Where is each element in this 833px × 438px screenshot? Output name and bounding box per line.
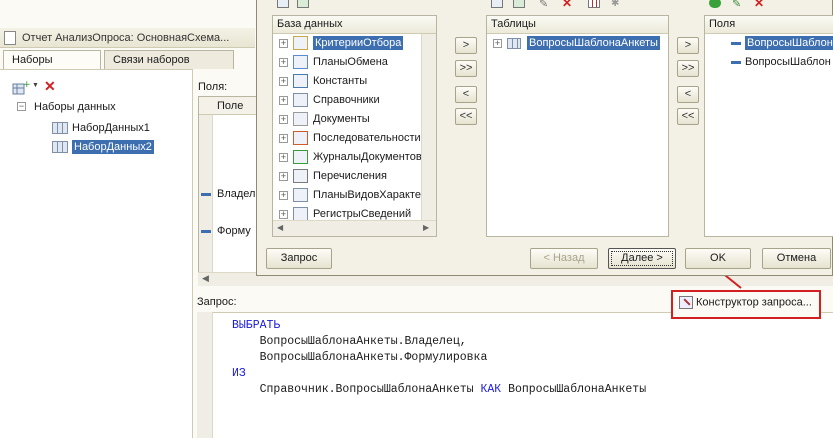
filter-criteria-icon: [293, 36, 308, 50]
characteristic-types-icon: [293, 188, 308, 202]
expand-toggle[interactable]: +: [279, 172, 288, 181]
expand-toggle[interactable]: +: [279, 96, 288, 105]
catalogs-icon: [293, 93, 308, 107]
catalog-table-icon: [507, 38, 521, 49]
database-item-label: Перечисления: [313, 170, 387, 182]
expand-toggle[interactable]: +: [279, 115, 288, 124]
field-icon: [731, 42, 741, 45]
ok-button[interactable]: OK: [685, 248, 751, 269]
move-left-button[interactable]: <: [677, 86, 699, 103]
info-registers-icon: [293, 207, 308, 221]
database-item[interactable]: + ПланыВидовХарактери: [273, 186, 436, 205]
database-item[interactable]: + Константы: [273, 72, 436, 91]
database-item-label: ЖурналыДокументов: [313, 151, 422, 163]
expand-toggle[interactable]: +: [279, 134, 288, 143]
field-icon: [731, 61, 741, 64]
expand-toggle[interactable]: +: [493, 39, 502, 48]
fields-item-label: ВопросыШаблон: [745, 36, 833, 50]
exchange-plans-icon: [293, 55, 308, 69]
add-table-icon[interactable]: [513, 0, 525, 8]
database-item[interactable]: + Последовательности: [273, 129, 436, 148]
expand-toggle[interactable]: +: [279, 210, 288, 219]
tables-header: Таблицы: [487, 16, 668, 34]
database-tree[interactable]: + КритерииОтбора + ПланыОбмена + Константы + Сп…: [273, 34, 436, 224]
fields-item-label: ВопросыШаблон: [745, 56, 831, 68]
database-item[interactable]: + ЖурналыДокументов: [273, 148, 436, 167]
move-all-right-button[interactable]: >>: [677, 60, 699, 77]
database-item-label: Документы: [313, 113, 370, 125]
edit-icon[interactable]: ✎: [732, 0, 741, 10]
constants-icon: [293, 74, 308, 88]
move-all-left-button[interactable]: <<: [677, 108, 699, 125]
database-item-label: КритерииОтбора: [313, 36, 404, 50]
tables-item-label: ВопросыШаблонаАнкеты: [527, 36, 660, 50]
sequences-icon: [293, 131, 308, 145]
edit-icon[interactable]: ✎: [539, 0, 548, 10]
tables-panel: Таблицы + ВопросыШаблонаАнкеты: [486, 15, 669, 237]
expand-toggle[interactable]: +: [279, 58, 288, 67]
fields-item[interactable]: ВопросыШаблон: [705, 53, 833, 72]
database-item-label: РегистрыСведений: [313, 208, 412, 220]
move-all-right-button[interactable]: >>: [455, 60, 477, 77]
database-item-label: ПланыВидовХарактери: [313, 189, 434, 201]
expand-toggle[interactable]: +: [279, 191, 288, 200]
horizontal-scrollbar[interactable]: ◀ ▶: [273, 220, 436, 236]
back-button[interactable]: < Назад: [530, 248, 598, 269]
tables-item[interactable]: + ВопросыШаблонаАнкеты: [487, 34, 668, 53]
database-item[interactable]: + ПланыОбмена: [273, 53, 436, 72]
database-item[interactable]: + КритерииОтбора: [273, 34, 436, 53]
add-icon[interactable]: [709, 0, 721, 8]
vertical-scrollbar[interactable]: [421, 34, 436, 220]
cancel-button[interactable]: Отмена: [762, 248, 831, 269]
database-panel: База данных + КритерииОтбора + ПланыОбмена +…: [272, 15, 437, 237]
document-journals-icon: [293, 150, 308, 164]
add-table-icon[interactable]: [297, 0, 309, 8]
database-item-label: ПланыОбмена: [313, 56, 388, 68]
expand-toggle[interactable]: +: [279, 77, 288, 86]
database-item-label: Справочники: [313, 94, 380, 106]
delete-icon[interactable]: ✕: [754, 0, 764, 10]
database-header: База данных: [273, 16, 436, 34]
table-icon[interactable]: [277, 0, 289, 8]
fields-panel-header: Поля: [705, 16, 833, 34]
expand-toggle[interactable]: +: [279, 39, 288, 48]
database-item[interactable]: + Документы: [273, 110, 436, 129]
table-icon[interactable]: [491, 0, 503, 8]
delete-icon[interactable]: ✕: [562, 0, 572, 10]
query-wizard-dialog: ✎ ✕ ✱ ✎ ✕ База данных + КритерииОтбора + Пл…: [256, 0, 833, 276]
database-item[interactable]: + Справочники: [273, 91, 436, 110]
fields-item[interactable]: ВопросыШаблон: [705, 34, 833, 53]
documents-icon: [293, 112, 308, 126]
database-item[interactable]: + Перечисления: [273, 167, 436, 186]
grid-icon[interactable]: [588, 0, 600, 8]
move-left-button[interactable]: <: [455, 86, 477, 103]
query-button[interactable]: Запрос: [266, 248, 332, 269]
database-item-label: Константы: [313, 75, 368, 87]
next-button[interactable]: Далее >: [608, 248, 676, 269]
move-right-button[interactable]: >: [677, 37, 699, 54]
move-all-left-button[interactable]: <<: [455, 108, 477, 125]
expand-toggle[interactable]: +: [279, 153, 288, 162]
move-right-button[interactable]: >: [455, 37, 477, 54]
scroll-right-icon[interactable]: ▶: [423, 223, 429, 232]
gear-icon[interactable]: ✱: [611, 0, 619, 9]
fields-panel: Поля ВопросыШаблон ВопросыШаблон: [704, 15, 833, 237]
scroll-left-icon[interactable]: ◀: [277, 223, 283, 232]
enumerations-icon: [293, 169, 308, 183]
database-item-label: Последовательности: [313, 132, 421, 144]
